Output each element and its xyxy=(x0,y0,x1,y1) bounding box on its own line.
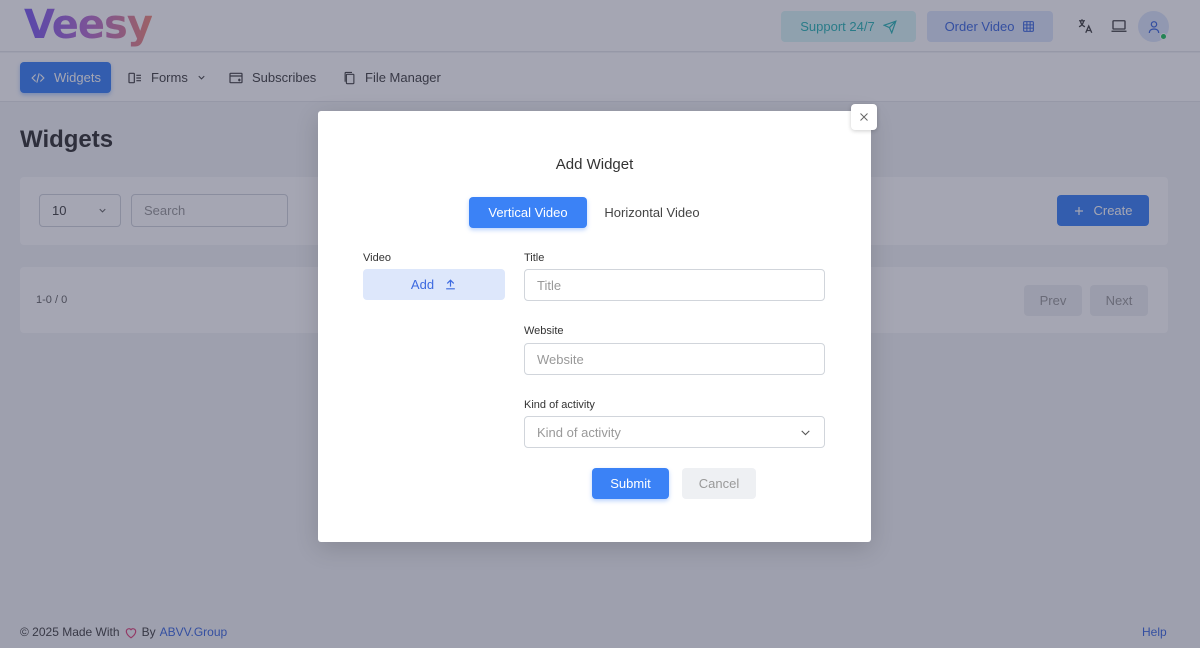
activity-label: Kind of activity xyxy=(524,399,595,411)
add-video-button[interactable]: Add xyxy=(363,269,505,300)
activity-placeholder: Kind of activity xyxy=(537,424,621,440)
close-modal-button[interactable] xyxy=(851,104,877,130)
website-field[interactable]: Website xyxy=(524,343,825,375)
modal-title: Add Widget xyxy=(555,156,634,173)
video-label: Video xyxy=(363,252,391,264)
website-placeholder: Website xyxy=(537,351,584,367)
tab-horizontal-video[interactable]: Horizontal Video xyxy=(592,197,712,228)
tab-vertical-video[interactable]: Vertical Video xyxy=(469,197,587,228)
title-field[interactable]: Title xyxy=(524,269,825,301)
title-placeholder: Title xyxy=(537,277,562,293)
upload-icon xyxy=(444,278,457,291)
cancel-button[interactable]: Cancel xyxy=(682,468,756,499)
add-widget-modal: Add Widget Vertical Video Horizontal Vid… xyxy=(318,111,871,542)
website-label: Website xyxy=(524,325,564,337)
close-icon xyxy=(858,111,870,123)
activity-select[interactable]: Kind of activity xyxy=(524,416,825,448)
chevron-down-icon xyxy=(799,426,812,439)
submit-button[interactable]: Submit xyxy=(592,468,669,499)
title-label: Title xyxy=(524,252,545,264)
add-video-label: Add xyxy=(410,277,435,292)
